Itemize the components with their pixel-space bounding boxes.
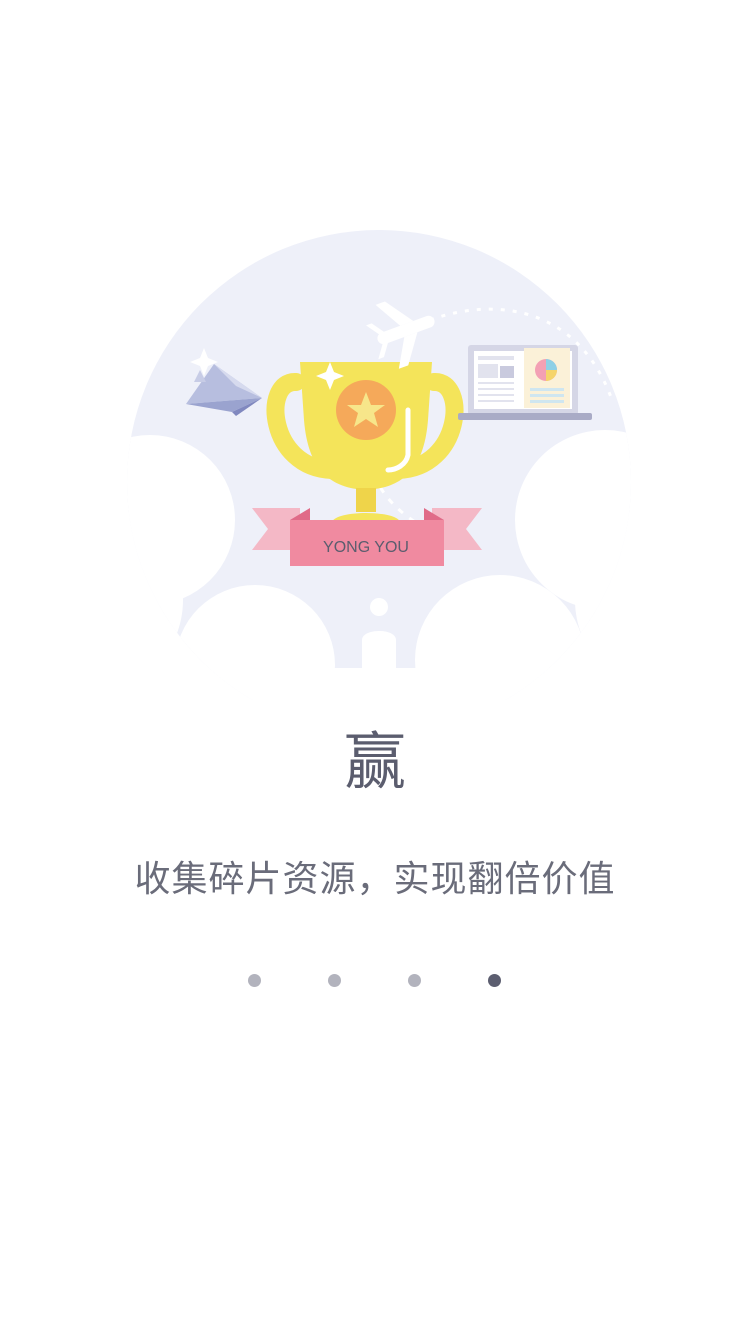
page-title: 赢 <box>343 725 406 798</box>
onboarding-illustration: YONG YOU <box>0 0 750 700</box>
page-dot-3[interactable] <box>408 974 421 987</box>
page-dot-2[interactable] <box>328 974 341 987</box>
page-subtitle: 收集碎片资源，实现翻倍价值 <box>134 859 616 900</box>
laptop-icon <box>458 345 592 420</box>
ribbon-label: YONG YOU <box>323 539 409 556</box>
page-dot-1[interactable] <box>248 974 261 987</box>
page-indicator <box>0 974 750 988</box>
page-dot-4-active[interactable] <box>488 974 501 987</box>
